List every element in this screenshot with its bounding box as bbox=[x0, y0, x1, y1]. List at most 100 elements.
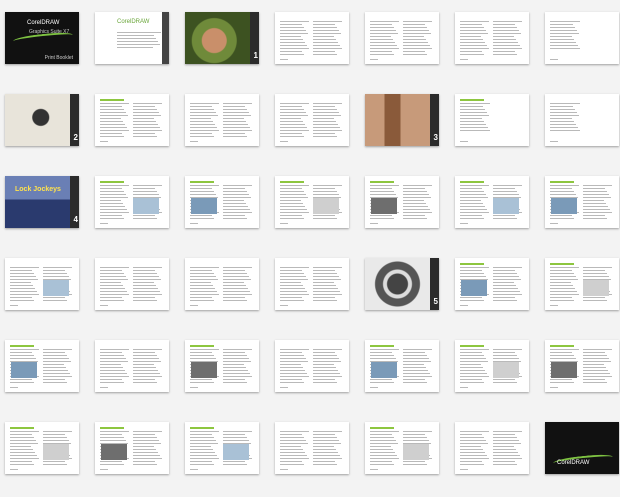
page-thumbnail-10[interactable] bbox=[185, 94, 259, 146]
text-line bbox=[117, 47, 153, 48]
text-line bbox=[403, 48, 432, 49]
text-line bbox=[493, 464, 517, 465]
page-thumbnail-40[interactable] bbox=[365, 422, 439, 474]
page-thumbnail-39[interactable] bbox=[275, 422, 349, 474]
text-line bbox=[10, 273, 34, 274]
page-thumbnail-20[interactable] bbox=[455, 176, 529, 228]
text-line bbox=[10, 297, 32, 298]
text-line bbox=[223, 273, 247, 274]
page-thumbnail-17[interactable] bbox=[185, 176, 259, 228]
text-line bbox=[313, 194, 339, 195]
text-line bbox=[117, 32, 161, 33]
text-line bbox=[460, 455, 487, 456]
page-thumbnail-31[interactable] bbox=[185, 340, 259, 392]
page-thumbnail-30[interactable] bbox=[95, 340, 169, 392]
text-line bbox=[460, 361, 488, 362]
text-line bbox=[370, 434, 392, 435]
text-line bbox=[403, 358, 429, 359]
page-thumbnail-42[interactable]: CorelDRAW bbox=[545, 422, 619, 474]
page-thumbnail-7[interactable] bbox=[545, 12, 619, 64]
text-line bbox=[550, 115, 579, 116]
text-line bbox=[190, 112, 216, 113]
text-line bbox=[133, 127, 160, 128]
page-thumbnail-26[interactable]: 5 bbox=[365, 258, 439, 310]
page-thumbnail-9[interactable] bbox=[95, 94, 169, 146]
page-thumbnail-8[interactable]: 2 bbox=[5, 94, 79, 146]
page-thumbnail-23[interactable] bbox=[95, 258, 169, 310]
page-thumbnail-11[interactable] bbox=[275, 94, 349, 146]
inline-figure bbox=[191, 362, 217, 378]
page-footer bbox=[190, 387, 198, 388]
page-thumbnail-34[interactable] bbox=[455, 340, 529, 392]
text-line bbox=[493, 452, 518, 453]
text-line bbox=[460, 452, 485, 453]
text-line bbox=[280, 434, 302, 435]
page-thumbnail-14[interactable] bbox=[545, 94, 619, 146]
text-line bbox=[550, 191, 574, 192]
text-line bbox=[280, 118, 301, 119]
page-footer bbox=[460, 387, 468, 388]
text-line bbox=[223, 294, 252, 295]
text-line bbox=[280, 203, 303, 204]
text-line bbox=[133, 294, 162, 295]
page-thumbnail-38[interactable] bbox=[185, 422, 259, 474]
page-thumbnail-4[interactable] bbox=[275, 12, 349, 64]
text-line bbox=[460, 437, 484, 438]
page-thumbnail-29[interactable] bbox=[5, 340, 79, 392]
page-thumbnail-16[interactable] bbox=[95, 176, 169, 228]
text-line bbox=[100, 267, 129, 268]
page-thumbnail-25[interactable] bbox=[275, 258, 349, 310]
text-line bbox=[280, 440, 306, 441]
page-thumbnail-37[interactable] bbox=[95, 422, 169, 474]
text-line bbox=[550, 279, 578, 280]
page-thumbnail-12[interactable]: 3 bbox=[365, 94, 439, 146]
text-line bbox=[190, 279, 218, 280]
page-thumbnail-36[interactable] bbox=[5, 422, 79, 474]
text-line bbox=[313, 103, 342, 104]
page-thumbnail-13[interactable] bbox=[455, 94, 529, 146]
text-line bbox=[460, 300, 484, 301]
page-thumbnail-3[interactable]: 1 bbox=[185, 12, 259, 64]
page-thumbnail-21[interactable] bbox=[545, 176, 619, 228]
text-line bbox=[370, 437, 394, 438]
page-thumbnail-32[interactable] bbox=[275, 340, 349, 392]
page-thumbnail-28[interactable] bbox=[545, 258, 619, 310]
page-thumbnail-35[interactable] bbox=[545, 340, 619, 392]
page-thumbnail-2[interactable]: CorelDRAW bbox=[95, 12, 169, 64]
page-thumbnail-5[interactable] bbox=[365, 12, 439, 64]
brand-logo: CorelDRAW bbox=[27, 20, 60, 26]
text-line bbox=[223, 352, 245, 353]
page-thumbnail-24[interactable] bbox=[185, 258, 259, 310]
text-line bbox=[100, 270, 122, 271]
text-line bbox=[403, 45, 430, 46]
page-thumbnail-6[interactable] bbox=[455, 12, 529, 64]
text-line bbox=[313, 373, 340, 374]
text-line bbox=[100, 106, 122, 107]
chapter-number: 1 bbox=[253, 51, 258, 60]
text-line bbox=[460, 379, 482, 380]
page-thumbnail-15[interactable]: Lock Jockeys 4 bbox=[5, 176, 79, 228]
page-thumbnail-18[interactable] bbox=[275, 176, 349, 228]
page-thumbnail-1[interactable]: CorelDRAW Graphics Suite X7 Print Booklet bbox=[5, 12, 79, 64]
text-line bbox=[313, 115, 341, 116]
heading-bar bbox=[460, 263, 484, 265]
text-line bbox=[133, 273, 157, 274]
text-line bbox=[460, 434, 482, 435]
text-line bbox=[100, 191, 124, 192]
page-thumbnail-41[interactable] bbox=[455, 422, 529, 474]
text-line bbox=[280, 48, 309, 49]
text-line bbox=[133, 118, 154, 119]
text-line bbox=[223, 367, 246, 368]
page-thumbnail-33[interactable] bbox=[365, 340, 439, 392]
text-line bbox=[460, 51, 482, 52]
text-line bbox=[403, 27, 427, 28]
page-thumbnail-27[interactable] bbox=[455, 258, 529, 310]
page-thumbnail-22[interactable] bbox=[5, 258, 79, 310]
text-line bbox=[190, 434, 212, 435]
text-line bbox=[133, 215, 155, 216]
text-line bbox=[460, 273, 484, 274]
text-line bbox=[313, 370, 338, 371]
page-thumbnail-19[interactable] bbox=[365, 176, 439, 228]
text-line bbox=[43, 355, 67, 356]
text-line bbox=[223, 124, 248, 125]
